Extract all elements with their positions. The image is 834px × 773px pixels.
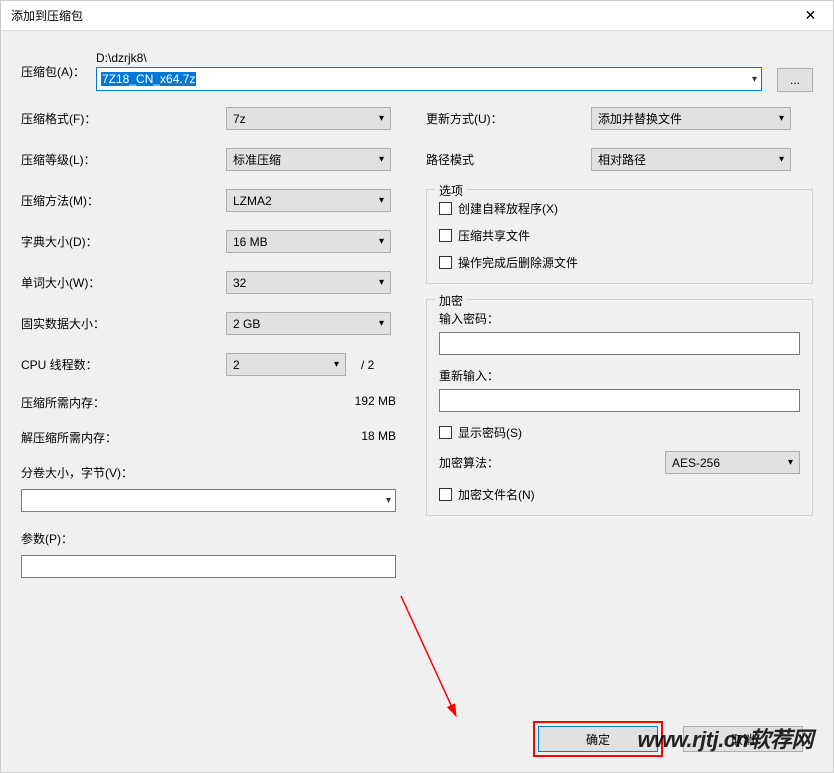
chevron-down-icon: ▾ — [379, 195, 384, 206]
chevron-down-icon: ▾ — [379, 277, 384, 288]
window-title: 添加到压缩包 — [11, 7, 83, 24]
update-combo[interactable]: 添加并替换文件 ▾ — [591, 107, 791, 130]
options-legend: 选项 — [435, 182, 467, 199]
options-fieldset: 选项 创建自释放程序(X) 压缩共享文件 操作完成后删除源文件 — [426, 189, 813, 284]
annotation-arrow — [396, 591, 476, 731]
chevron-down-icon: ▾ — [386, 495, 391, 506]
sfx-checkbox[interactable] — [439, 202, 452, 215]
shared-label: 压缩共享文件 — [458, 227, 530, 244]
encryption-fieldset: 加密 输入密码： 重新输入： 显示密码(S) 加密算法： AES-256 ▾ — [426, 299, 813, 516]
delete-label: 操作完成后删除源文件 — [458, 254, 578, 271]
left-column: 压缩格式(F)： 7z ▾ 压缩等级(L)： 标准压缩 ▾ 压缩方法 — [21, 107, 396, 578]
chevron-down-icon: ▾ — [779, 154, 784, 165]
cpu-label: CPU 线程数： — [21, 356, 226, 373]
ok-button-highlight: 确定 — [538, 726, 658, 752]
dialog-window: 添加到压缩包 ✕ 压缩包(A)： D:\dzrjk8\ 7Z18_CN_x64.… — [0, 0, 834, 773]
pathmode-combo[interactable]: 相对路径 ▾ — [591, 148, 791, 171]
params-label: 参数(P)： — [21, 530, 396, 547]
mem-decompress-label: 解压缩所需内存： — [21, 429, 117, 446]
archive-filename-input[interactable]: 7Z18_CN_x64.7z ▾ — [96, 67, 762, 91]
params-input[interactable] — [21, 555, 396, 578]
chevron-down-icon: ▾ — [379, 113, 384, 124]
chevron-down-icon: ▾ — [779, 113, 784, 124]
solid-label: 固实数据大小： — [21, 315, 226, 332]
two-column-layout: 压缩格式(F)： 7z ▾ 压缩等级(L)： 标准压缩 ▾ 压缩方法 — [21, 107, 813, 578]
encryption-legend: 加密 — [435, 292, 467, 309]
dict-combo[interactable]: 16 MB ▾ — [226, 230, 391, 253]
password-label: 输入密码： — [439, 310, 800, 327]
right-column: 更新方式(U)： 添加并替换文件 ▾ 路径模式 相对路径 ▾ 选项 — [426, 107, 813, 578]
mem-compress-value: 192 MB — [355, 394, 396, 411]
archive-path-row: 压缩包(A)： D:\dzrjk8\ 7Z18_CN_x64.7z ▾ ... — [21, 51, 813, 92]
sfx-label: 创建自释放程序(X) — [458, 200, 558, 217]
level-combo[interactable]: 标准压缩 ▾ — [226, 148, 391, 171]
chevron-down-icon: ▾ — [379, 236, 384, 247]
pathmode-label: 路径模式 — [426, 151, 591, 168]
chevron-down-icon: ▾ — [379, 154, 384, 165]
volume-label: 分卷大小，字节(V)： — [21, 464, 396, 481]
password-input[interactable] — [439, 332, 800, 355]
enc-algo-label: 加密算法： — [439, 454, 499, 471]
archive-label: 压缩包(A)： — [21, 51, 96, 80]
browse-button[interactable]: ... — [777, 68, 813, 92]
cpu-combo[interactable]: 2 ▾ — [226, 353, 346, 376]
cpu-total-text: / 2 — [361, 358, 374, 372]
method-label: 压缩方法(M)： — [21, 192, 226, 209]
archive-folder-path: D:\dzrjk8\ — [96, 51, 762, 65]
repassword-label: 重新输入： — [439, 367, 800, 384]
shared-checkbox[interactable] — [439, 229, 452, 242]
delete-checkbox[interactable] — [439, 256, 452, 269]
update-label: 更新方式(U)： — [426, 110, 591, 127]
encrypt-filenames-checkbox[interactable] — [439, 488, 452, 501]
cancel-button[interactable]: 取消 — [683, 726, 803, 752]
chevron-down-icon: ▾ — [334, 359, 339, 370]
archive-filename-text: 7Z18_CN_x64.7z — [101, 72, 196, 86]
dict-label: 字典大小(D)： — [21, 233, 226, 250]
chevron-down-icon: ▾ — [788, 457, 793, 468]
solid-combo[interactable]: 2 GB ▾ — [226, 312, 391, 335]
encrypt-filenames-label: 加密文件名(N) — [458, 486, 535, 503]
word-combo[interactable]: 32 ▾ — [226, 271, 391, 294]
button-bar: 确定 取消 — [538, 726, 803, 752]
level-label: 压缩等级(L)： — [21, 151, 226, 168]
ok-button[interactable]: 确定 — [538, 726, 658, 752]
format-label: 压缩格式(F)： — [21, 110, 226, 127]
chevron-down-icon: ▾ — [379, 318, 384, 329]
format-combo[interactable]: 7z ▾ — [226, 107, 391, 130]
titlebar: 添加到压缩包 ✕ — [1, 1, 833, 31]
archive-content: D:\dzrjk8\ 7Z18_CN_x64.7z ▾ — [96, 51, 762, 91]
dialog-content: 压缩包(A)： D:\dzrjk8\ 7Z18_CN_x64.7z ▾ ... … — [1, 31, 833, 598]
enc-algo-combo[interactable]: AES-256 ▾ — [665, 451, 800, 474]
repassword-input[interactable] — [439, 389, 800, 412]
show-password-label: 显示密码(S) — [458, 424, 522, 441]
volume-input[interactable]: ▾ — [21, 489, 396, 512]
word-label: 单词大小(W)： — [21, 274, 226, 291]
mem-decompress-value: 18 MB — [361, 429, 396, 446]
show-password-checkbox[interactable] — [439, 426, 452, 439]
chevron-down-icon: ▾ — [752, 74, 757, 85]
method-combo[interactable]: LZMA2 ▾ — [226, 189, 391, 212]
mem-compress-label: 压缩所需内存： — [21, 394, 105, 411]
close-button[interactable]: ✕ — [788, 1, 833, 31]
